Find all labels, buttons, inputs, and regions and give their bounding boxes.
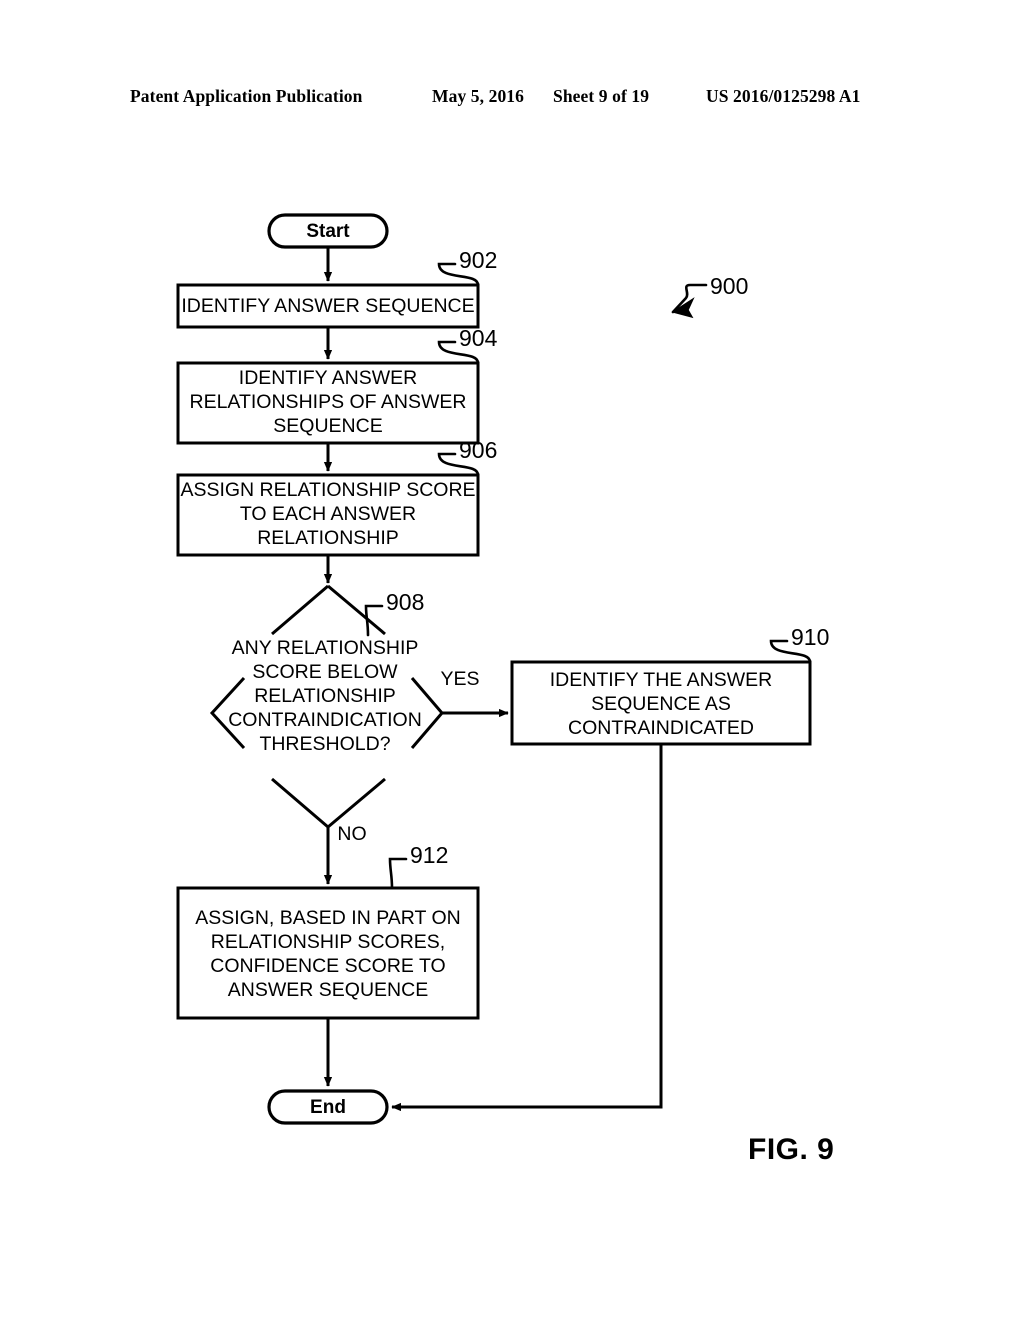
process-node-904-line-2: SEQUENCE: [273, 415, 382, 437]
figure-label: FIG. 9: [748, 1133, 835, 1166]
process-node-904-line-1: RELATIONSHIPS OF ANSWER: [189, 391, 466, 413]
decision-node-908-line-0: ANY RELATIONSHIP: [232, 637, 419, 659]
start-terminal-label: Start: [306, 221, 350, 242]
ref-number-910: 910: [791, 624, 829, 650]
ref-number-908: 908: [386, 589, 424, 615]
ref-number-912: 912: [410, 842, 448, 868]
process-node-912-line-3: ANSWER SEQUENCE: [228, 979, 428, 1001]
process-node-910-line-1: SEQUENCE AS: [591, 693, 731, 715]
process-node-906-line-0: ASSIGN RELATIONSHIP SCORE: [180, 479, 475, 501]
process-node-912-line-0: ASSIGN, BASED IN PART ON: [195, 907, 461, 929]
process-node-902-line-0: IDENTIFY ANSWER SEQUENCE: [181, 295, 474, 317]
end-terminal-label: End: [310, 1097, 346, 1118]
process-node-904-line-0: IDENTIFY ANSWER: [239, 367, 417, 389]
edge-label-no: NO: [337, 823, 366, 845]
flowchart-diagram: Start IDENTIFY ANSWER SEQUENCE 902 IDENT…: [176, 213, 829, 1125]
ref-number-900: 900: [710, 273, 748, 299]
process-node-912: ASSIGN, BASED IN PART ON RELATIONSHIP SC…: [176, 886, 480, 1020]
leader-line-912: [388, 857, 408, 890]
decision-node-908-edge-bottom-right: [327, 777, 386, 829]
process-node-906: ASSIGN RELATIONSHIP SCORE TO EACH ANSWER…: [176, 473, 480, 557]
process-node-910: IDENTIFY THE ANSWER SEQUENCE AS CONTRAIN…: [510, 660, 812, 746]
edge-label-yes: YES: [440, 668, 479, 690]
process-node-902: IDENTIFY ANSWER SEQUENCE: [176, 283, 480, 329]
ref-number-902: 902: [459, 247, 497, 273]
process-node-912-line-1: RELATIONSHIP SCORES,: [211, 931, 445, 953]
end-terminal: End: [267, 1089, 389, 1125]
decision-node-908-line-1: SCORE BELOW: [252, 661, 398, 683]
process-node-910-line-2: CONTRAINDICATED: [568, 717, 754, 739]
process-node-906-line-2: RELATIONSHIP: [257, 527, 399, 549]
decision-node-908-edge-top-right: [327, 584, 386, 636]
decision-node-908-edge-bottom-left: [271, 777, 329, 829]
ref-number-906: 906: [459, 437, 497, 463]
process-node-912-line-2: CONFIDENCE SCORE TO: [210, 955, 445, 977]
start-terminal: Start: [267, 213, 389, 249]
decision-node-908-line-2: RELATIONSHIP: [254, 685, 396, 707]
decision-node-908-line-4: THRESHOLD?: [259, 733, 390, 755]
decision-node-908-edge-top-left: [271, 584, 329, 636]
diagram-reference-900: 900: [671, 273, 748, 319]
process-node-906-line-1: TO EACH ANSWER: [240, 503, 416, 525]
decision-node-908-line-3: CONTRAINDICATION: [228, 709, 422, 731]
ref-number-904: 904: [459, 325, 498, 351]
process-node-910-line-0: IDENTIFY THE ANSWER: [550, 669, 772, 691]
process-node-904: IDENTIFY ANSWER RELATIONSHIPS OF ANSWER …: [176, 361, 480, 445]
decision-node-908: ANY RELATIONSHIP SCORE BELOW RELATIONSHI…: [209, 584, 444, 829]
